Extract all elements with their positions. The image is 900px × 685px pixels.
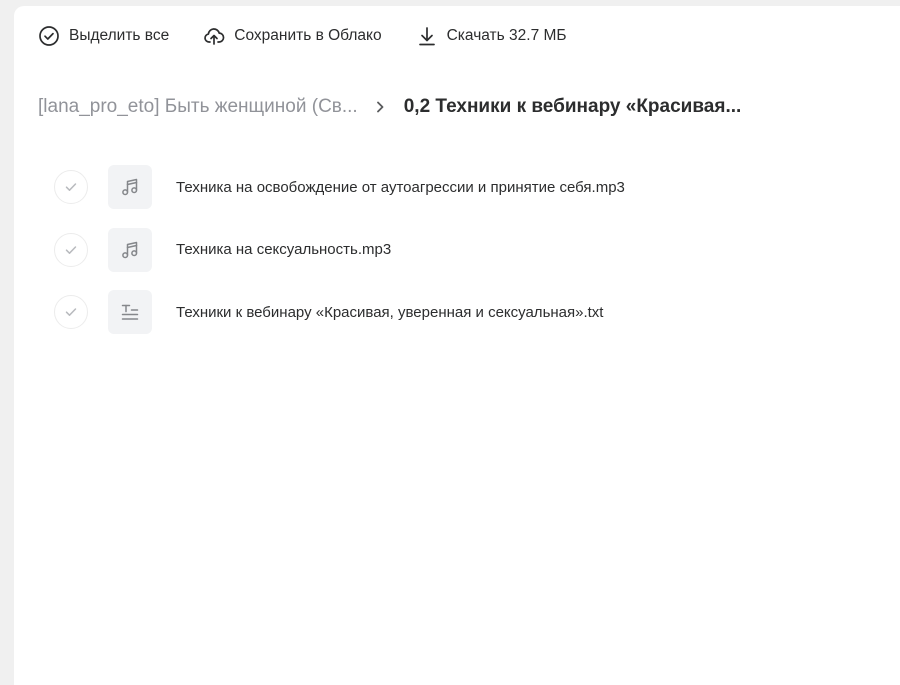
- toolbar: Выделить все Сохранить в Облако Скачать …: [38, 24, 567, 48]
- cloud-upload-icon: [203, 25, 225, 47]
- file-select-checkbox[interactable]: [54, 295, 88, 329]
- file-name: Техники к вебинару «Красивая, уверенная …: [176, 303, 604, 321]
- text-file-icon: [108, 290, 152, 334]
- file-list: Техника на освобождение от аутоагрессии …: [54, 164, 894, 352]
- save-to-cloud-button[interactable]: Сохранить в Облако: [203, 25, 382, 47]
- save-to-cloud-label: Сохранить в Облако: [234, 27, 382, 44]
- select-all-label: Выделить все: [69, 27, 170, 44]
- chevron-right-icon: [372, 99, 388, 115]
- file-row[interactable]: Техники к вебинару «Красивая, уверенная …: [54, 289, 894, 335]
- file-share-panel: Выделить все Сохранить в Облако Скачать …: [14, 6, 900, 685]
- file-name: Техника на освобождение от аутоагрессии …: [176, 178, 625, 196]
- file-name: Техника на сексуальность.mp3: [176, 241, 392, 258]
- download-button[interactable]: Скачать 32.7 МБ: [416, 25, 567, 47]
- music-note-icon: [108, 227, 152, 272]
- download-label: Скачать 32.7 МБ: [446, 27, 567, 44]
- file-row[interactable]: Техника на освобождение от аутоагрессии …: [54, 164, 894, 210]
- download-icon: [416, 25, 438, 47]
- breadcrumb: [lana_pro_eto] Быть женщиной (Св... 0,2 …: [38, 94, 741, 120]
- breadcrumb-current-folder: 0,2 Техники к вебинару «Красивая...: [403, 96, 742, 117]
- file-row[interactable]: Техника на сексуальность.mp3: [54, 227, 894, 273]
- file-select-checkbox[interactable]: [54, 170, 88, 204]
- file-select-checkbox[interactable]: [54, 232, 88, 267]
- select-all-button[interactable]: Выделить все: [38, 25, 169, 47]
- music-note-icon: [108, 165, 152, 209]
- checkmark-icon: [65, 308, 77, 316]
- check-circle-icon: [38, 25, 60, 47]
- checkmark-icon: [65, 183, 77, 191]
- checkmark-icon: [65, 245, 77, 254]
- breadcrumb-parent-folder[interactable]: [lana_pro_eto] Быть женщиной (Св...: [38, 96, 358, 118]
